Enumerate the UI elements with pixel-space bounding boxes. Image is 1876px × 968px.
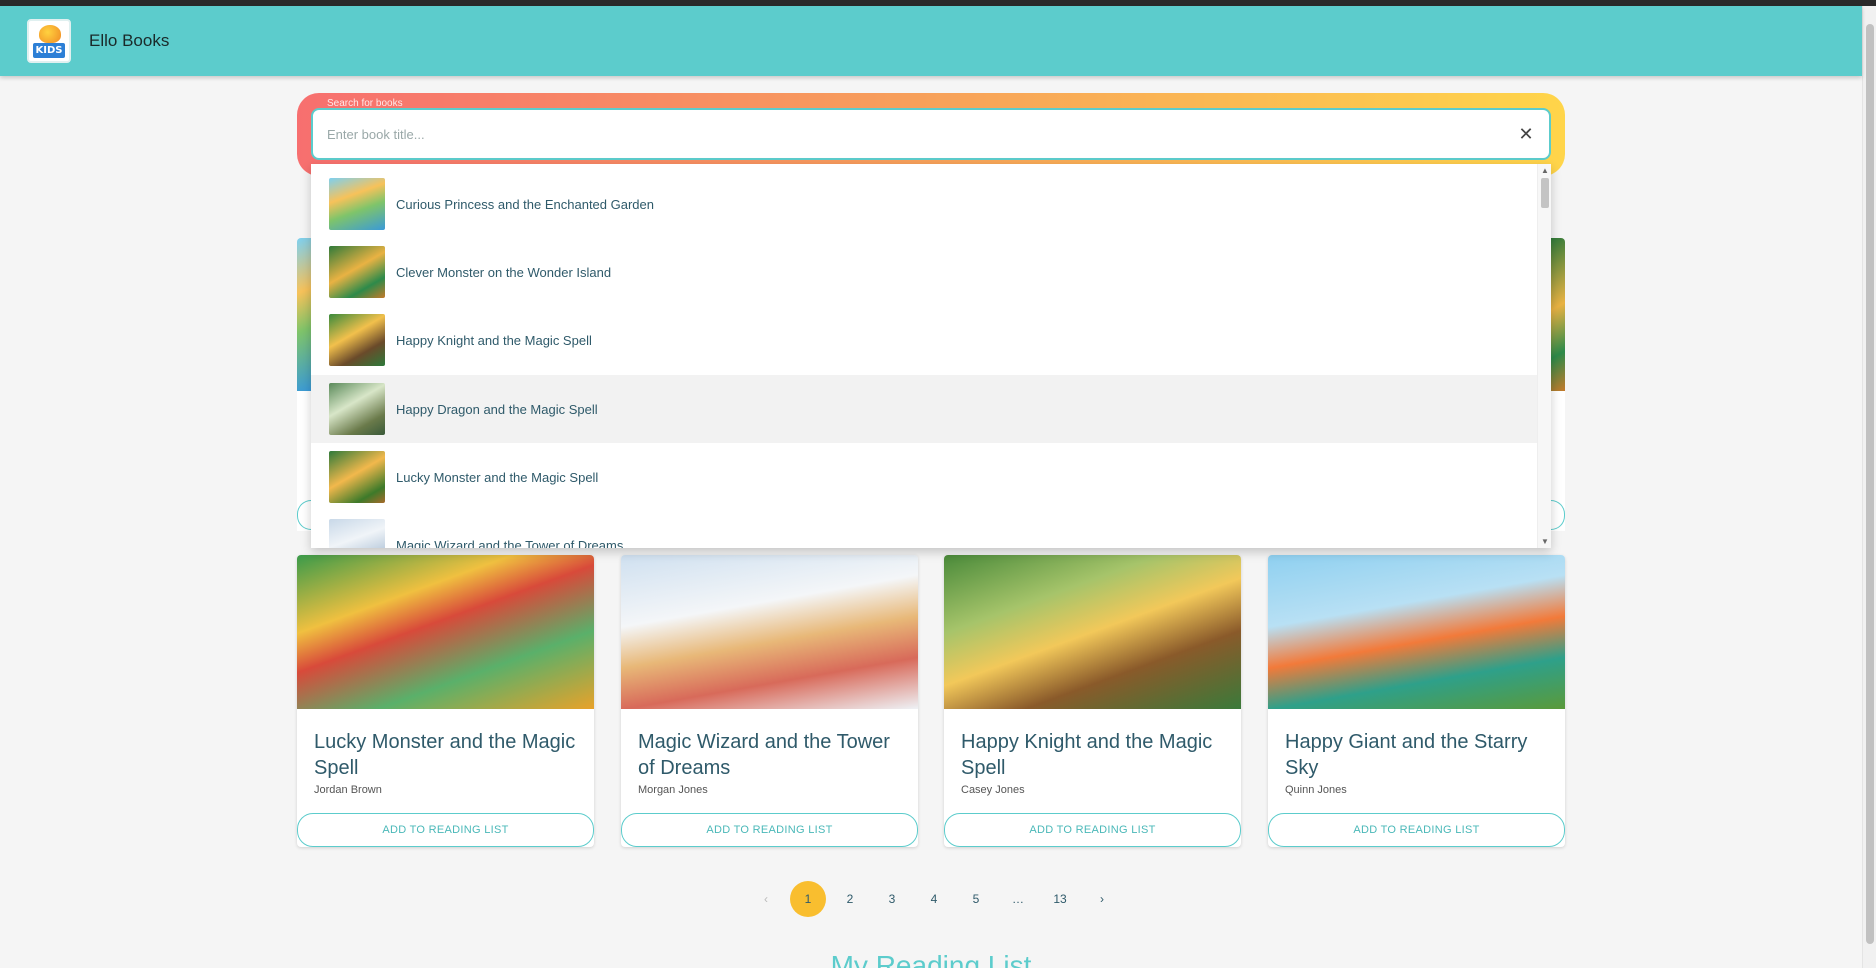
page-button-1[interactable]: 1 <box>790 881 826 917</box>
hidden-card-image <box>297 238 311 391</box>
logo-sun-icon <box>39 25 61 43</box>
dropdown-scrollbar[interactable]: ▲ ▼ <box>1537 164 1551 548</box>
search-field[interactable]: ✕ <box>311 108 1551 160</box>
page-button-2[interactable]: 2 <box>832 881 868 917</box>
page-scrollbar[interactable] <box>1862 6 1876 968</box>
book-cover-thumbnail <box>329 314 385 366</box>
page-button-5[interactable]: 5 <box>958 881 994 917</box>
book-author: Jordan Brown <box>314 784 382 796</box>
book-author: Casey Jones <box>961 784 1025 796</box>
search-result-title: Magic Wizard and the Tower of Dreams <box>396 537 624 549</box>
book-author: Quinn Jones <box>1285 784 1347 796</box>
search-result-item[interactable]: Curious Princess and the Enchanted Garde… <box>311 170 1537 238</box>
search-result-title: Happy Knight and the Magic Spell <box>396 332 592 348</box>
add-to-reading-list-button[interactable]: ADD TO READING LIST <box>944 813 1241 847</box>
pagination: ‹ 1 2 3 4 5 … 13 › <box>745 881 1123 917</box>
search-result-title: Happy Dragon and the Magic Spell <box>396 401 598 417</box>
hidden-card-image <box>1551 238 1565 391</box>
book-title: Happy Giant and the Starry Sky <box>1285 731 1528 779</box>
page-button-3[interactable]: 3 <box>874 881 910 917</box>
add-to-reading-list-button[interactable]: ADD TO READING LIST <box>621 813 918 847</box>
page-ellipsis: … <box>1012 892 1024 906</box>
search-results-dropdown: Curious Princess and the Enchanted Garde… <box>311 164 1551 548</box>
add-to-reading-list-button[interactable]: ADD TO READING LIST <box>297 813 594 847</box>
book-author: Morgan Jones <box>638 784 708 796</box>
search-input[interactable] <box>327 126 1511 142</box>
search-result-title: Lucky Monster and the Magic Spell <box>396 469 599 485</box>
book-cover-image[interactable] <box>297 555 594 709</box>
book-cover-thumbnail <box>329 451 385 503</box>
book-cover-thumbnail <box>329 383 385 435</box>
search-result-item[interactable]: Clever Monster on the Wonder Island <box>311 238 1537 306</box>
chevron-left-icon[interactable]: ‹ <box>748 881 784 917</box>
book-card: Magic Wizard and the Tower of Dreams Mor… <box>621 555 918 847</box>
book-card: Happy Knight and the Magic Spell Casey J… <box>944 555 1241 847</box>
close-icon[interactable]: ✕ <box>1511 124 1541 145</box>
book-cover-image[interactable] <box>621 555 918 709</box>
search-result-item[interactable]: Happy Knight and the Magic Spell <box>311 306 1537 374</box>
page-scrollbar-thumb[interactable] <box>1866 24 1874 944</box>
app-title: Ello Books <box>89 31 170 50</box>
search-result-item[interactable]: Magic Wizard and the Tower of Dreams <box>311 511 1537 548</box>
page-button-4[interactable]: 4 <box>916 881 952 917</box>
chevron-right-icon[interactable]: › <box>1084 881 1120 917</box>
app-logo[interactable]: KIDS <box>27 19 71 63</box>
scroll-down-icon[interactable]: ▼ <box>1541 537 1549 546</box>
book-cover-thumbnail <box>329 519 385 548</box>
book-cover-image[interactable] <box>944 555 1241 709</box>
book-title: Happy Knight and the Magic Spell <box>961 731 1213 779</box>
reading-list-heading: My Reading List <box>830 950 1032 968</box>
app-bar: KIDS Ello Books <box>0 6 1862 76</box>
search-result-item[interactable]: Happy Dragon and the Magic Spell <box>311 375 1537 443</box>
book-card: Happy Giant and the Starry Sky Quinn Jon… <box>1268 555 1565 847</box>
search-result-item[interactable]: Lucky Monster and the Magic Spell <box>311 443 1537 511</box>
page-button-13[interactable]: 13 <box>1042 881 1078 917</box>
scroll-up-icon[interactable]: ▲ <box>1541 166 1549 175</box>
add-to-reading-list-button[interactable]: ADD TO READING LIST <box>1268 813 1565 847</box>
book-card: Lucky Monster and the Magic Spell Jordan… <box>297 555 594 847</box>
search-result-title: Curious Princess and the Enchanted Garde… <box>396 196 654 212</box>
dropdown-scrollbar-thumb[interactable] <box>1541 178 1549 208</box>
search-result-title: Clever Monster on the Wonder Island <box>396 264 612 280</box>
logo-kids-badge: KIDS <box>33 43 65 58</box>
book-cover-thumbnail <box>329 246 385 298</box>
book-title: Lucky Monster and the Magic Spell <box>314 731 576 779</box>
book-cover-thumbnail <box>329 178 385 230</box>
book-title: Magic Wizard and the Tower of Dreams <box>638 731 890 779</box>
book-cover-image[interactable] <box>1268 555 1565 709</box>
